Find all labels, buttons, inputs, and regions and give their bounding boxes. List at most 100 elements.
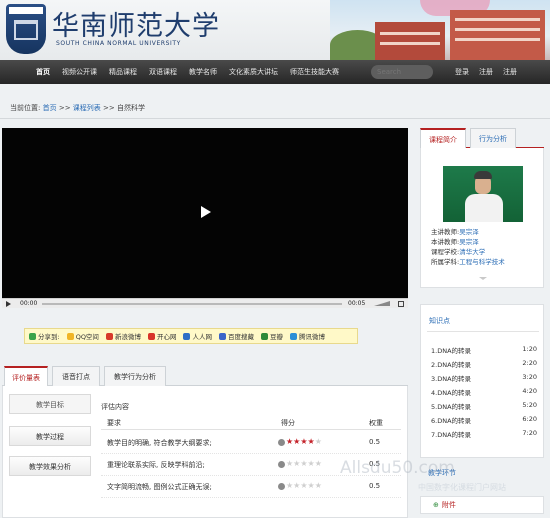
kp-item[interactable]: 7.DNA的转录 7:20 (431, 429, 537, 441)
side-item-teaching-goals[interactable]: 教学目标 (9, 394, 91, 414)
star-rating[interactable]: ★ ★ ★ ★ ★ (278, 482, 322, 490)
star-icon[interactable]: ★ (293, 460, 300, 468)
university-name-en: SOUTH CHINA NORMAL UNIVERSITY (56, 40, 181, 47)
star-icon[interactable]: ★ (293, 482, 300, 490)
play-pause-icon[interactable] (6, 301, 11, 307)
breadcrumb-course-list[interactable]: 课程列表 (73, 104, 101, 112)
side-item-effect-analysis[interactable]: 教学效果分析 (9, 456, 91, 476)
info-school: 课程学校:清华大学 (431, 246, 485, 256)
star-icon[interactable]: ★ (293, 438, 300, 446)
volume-icon[interactable] (374, 301, 390, 306)
nav-item-famous-teachers[interactable]: 教学名师 (183, 60, 223, 84)
share-baidu[interactable]: 百度搜藏 (218, 331, 254, 341)
info-label: 本讲教师: (431, 238, 460, 246)
star-icon[interactable]: ★ (315, 482, 322, 490)
info-value[interactable]: 吴宗泽 (459, 228, 479, 236)
kp-item[interactable]: 2.DNA的转录 2:20 (431, 359, 537, 371)
nav-item-bilingual[interactable]: 双语课程 (143, 60, 183, 84)
star-icon[interactable]: ★ (286, 438, 293, 446)
info-lecture-teacher: 本讲教师:吴宗泽 (431, 236, 479, 246)
nav-item-skills-contest[interactable]: 师范生技能大赛 (284, 60, 345, 84)
kp-item-title: 3.DNA的转录 (431, 375, 472, 383)
share-kaixin[interactable]: 开心网 (147, 331, 177, 341)
star-icon[interactable]: ★ (286, 482, 293, 490)
share-kaixin-label: 开心网 (156, 333, 177, 341)
info-value[interactable]: 吴宗泽 (459, 238, 479, 246)
plus-icon (29, 332, 36, 340)
share-qzone[interactable]: QQ空间 (66, 331, 99, 341)
breadcrumb-prefix: 当前位置: (10, 104, 41, 112)
pen-icon (278, 438, 285, 446)
star-rating[interactable]: ★ ★ ★ ★ ★ (278, 438, 322, 446)
star-icon[interactable]: ★ (315, 438, 322, 446)
share-renren[interactable]: 人人网 (183, 331, 212, 341)
chevron-down-icon[interactable] (479, 277, 487, 280)
divider (0, 118, 550, 119)
progress-bar[interactable] (42, 303, 342, 305)
nav-item-culture-lectures[interactable]: 文化素质大讲坛 (223, 60, 284, 84)
share-weibo[interactable]: 新浪微博 (105, 331, 141, 341)
breadcrumb-home[interactable]: 首页 (43, 104, 57, 112)
share-tencent-weibo[interactable]: 腾讯微博 (289, 331, 325, 341)
kp-item[interactable]: 4.DNA的转录 4:20 (431, 387, 537, 399)
share-douban-label: 豆瓣 (269, 333, 283, 341)
info-value[interactable]: 清华大学 (459, 248, 485, 256)
register-link[interactable]: 注册 (474, 60, 498, 84)
tab-course-intro[interactable]: 课程简介 (420, 128, 466, 149)
nav-item-home[interactable]: 首页 (30, 60, 56, 84)
kp-item[interactable]: 1.DNA的转录 1:20 (431, 345, 537, 357)
share-renren-label: 人人网 (192, 333, 212, 341)
login-link[interactable]: 登录 (450, 60, 474, 84)
tencent-weibo-icon (289, 332, 297, 340)
star-icon[interactable]: ★ (308, 438, 315, 446)
attachment-button[interactable]: ⊕ 附件 (420, 496, 544, 514)
kp-item[interactable]: 5.DNA的转录 5:20 (431, 401, 537, 413)
star-icon[interactable]: ★ (300, 482, 307, 490)
university-crest-logo[interactable] (6, 4, 46, 54)
nav-item-quality-courses[interactable]: 精品课程 (103, 60, 143, 84)
star-icon[interactable]: ★ (315, 460, 322, 468)
fullscreen-icon[interactable] (398, 301, 404, 307)
share-tencent-weibo-label: 腾讯微博 (298, 333, 325, 341)
share-douban[interactable]: 豆瓣 (260, 331, 283, 341)
tab-teaching-behavior[interactable]: 教学行为分析 (104, 366, 166, 386)
star-icon[interactable]: ★ (308, 482, 315, 490)
breadcrumb-sep: >> (103, 104, 115, 112)
video-player[interactable] (2, 128, 408, 298)
row-requirement: 教学目的明确, 符合教学大纲要求; (107, 439, 212, 447)
star-icon[interactable]: ★ (308, 460, 315, 468)
side-item-teaching-process[interactable]: 教学过程 (9, 426, 91, 446)
tab-voice-markers[interactable]: 语音打点 (52, 366, 100, 386)
table-row: 教学目的明确, 符合教学大纲要求; ★ ★ ★ ★ ★ 0.5 (101, 432, 401, 454)
tab-behavior-analysis[interactable]: 行为分析 (470, 128, 516, 148)
table-title: 评估内容 (101, 403, 129, 411)
col-weight: 权重 (369, 419, 383, 427)
star-icon[interactable]: ★ (300, 460, 307, 468)
register-link-2[interactable]: 注册 (498, 60, 522, 84)
share-qzone-label: QQ空间 (75, 333, 99, 341)
info-value[interactable]: 工程与科学技术 (459, 258, 505, 266)
row-requirement: 文字简明流畅, 图例公式正确无误; (107, 483, 212, 491)
star-icon[interactable]: ★ (286, 460, 293, 468)
kp-item[interactable]: 3.DNA的转录 3:20 (431, 373, 537, 385)
star-icon[interactable]: ★ (300, 438, 307, 446)
share-weibo-label: 新浪微博 (114, 333, 141, 341)
info-label: 所属学科: (431, 258, 460, 266)
nav-item-open-video[interactable]: 视频公开课 (56, 60, 103, 84)
kp-item[interactable]: 6.DNA的转录 6:20 (431, 415, 537, 427)
kp-item-title: 5.DNA的转录 (431, 403, 472, 411)
university-name-cn[interactable]: 华南师范大学 (52, 4, 220, 43)
kp-item-title: 2.DNA的转录 (431, 361, 472, 369)
breadcrumb: 当前位置: 首页 >> 课程列表 >> 自然科学 (10, 103, 145, 113)
share-label: 分享到: (29, 331, 60, 341)
kp-item-time: 6:20 (522, 415, 537, 423)
right-tabs: 课程简介 行为分析 (420, 128, 544, 149)
tab-rating-scale[interactable]: 评价量表 (4, 366, 48, 387)
star-rating[interactable]: ★ ★ ★ ★ ★ (278, 460, 322, 468)
watermark-subtitle: 中国数字化课程门户网站 (418, 483, 506, 492)
evaluation-panel: 教学目标 教学过程 教学效果分析 评估内容 要求 得分 权重 教学目的明确, 符… (2, 386, 408, 518)
kp-item-time: 5:20 (522, 401, 537, 409)
search-input[interactable] (371, 65, 433, 79)
current-time: 00:00 (20, 300, 38, 307)
play-icon[interactable] (201, 206, 211, 218)
